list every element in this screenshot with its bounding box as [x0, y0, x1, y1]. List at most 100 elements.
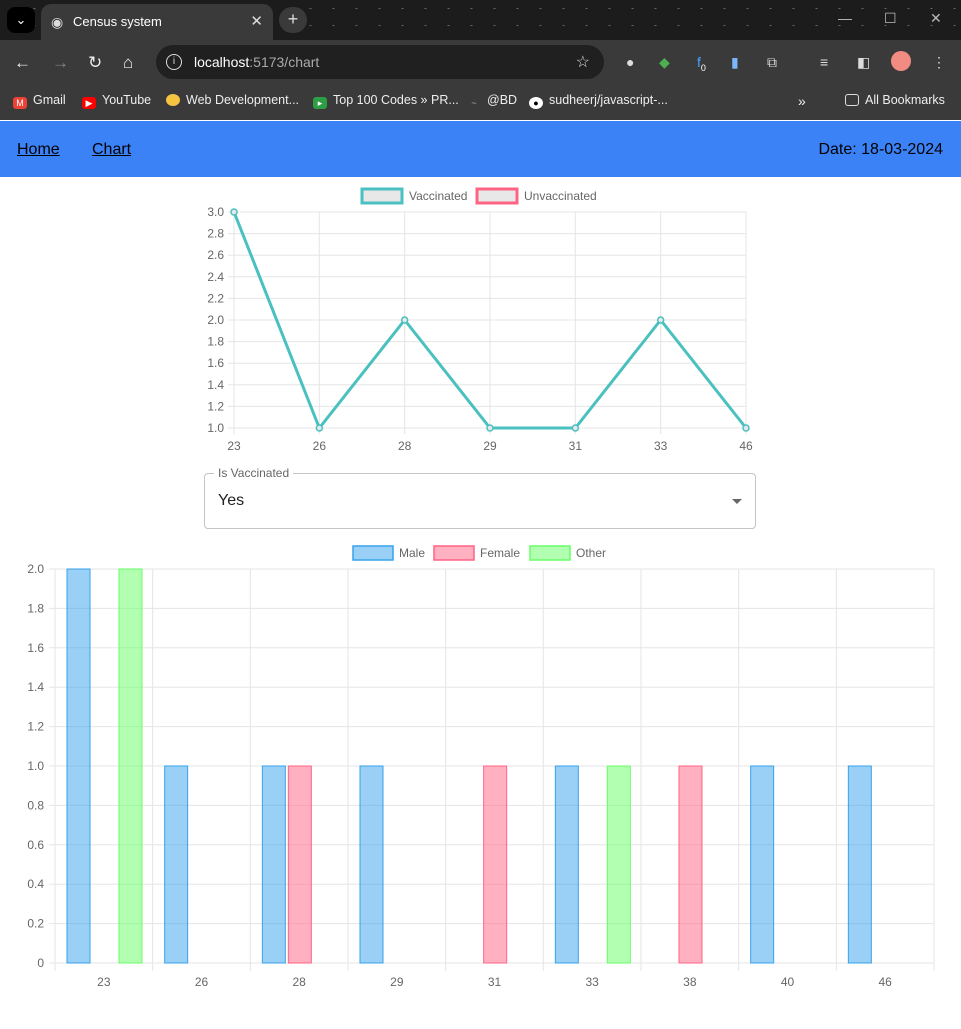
vaccination-line-chart: Vaccinated Unvaccinated 3.0 2.8 2.6 2.4 2.2 2.0…	[207, 187, 753, 453]
browser-tab-strip: ⌄ ◉ Census system ✕ + — ☐ ✕	[0, 0, 961, 40]
x-tick-label: 46	[878, 975, 892, 989]
minimize-icon[interactable]: —	[838, 10, 852, 26]
y-tick-label: 2.0	[27, 562, 44, 576]
back-arrow-icon[interactable]: ←	[14, 53, 31, 73]
y-tick-label: 2.6	[207, 248, 224, 262]
y-tick-label: 0.2	[27, 917, 44, 931]
y-tick-label: 1.0	[27, 759, 44, 773]
bar-male	[554, 765, 579, 964]
x-tick-label: 26	[313, 439, 327, 453]
y-tick-label: 0.6	[27, 838, 44, 852]
x-tick-label: 33	[585, 975, 599, 989]
youtube-icon: ▶	[82, 97, 96, 109]
home-icon[interactable]: ⌂	[123, 53, 133, 73]
y-tick-label: 1.6	[27, 641, 44, 655]
app-header: Home Chart Date: 18-03-2024	[0, 121, 961, 177]
x-tick-label: 40	[781, 975, 795, 989]
bookmark-gmail[interactable]: M Gmail	[13, 93, 66, 109]
data-point	[742, 424, 750, 432]
y-tick-label: 1.4	[207, 378, 224, 392]
is-vaccinated-select[interactable]: Is Vaccinated Yes	[204, 466, 756, 529]
browser-toolbar: ← → ↻ ⌂ i localhost:5173/chart ☆ ● ◆ f0 …	[0, 40, 961, 86]
legend-label: Unvaccinated	[524, 189, 597, 203]
extensions-puzzle-icon[interactable]: ⧉	[767, 54, 777, 71]
nav-chart-link[interactable]: Chart	[92, 141, 131, 159]
data-point	[656, 316, 665, 324]
extension-badge-icon[interactable]: f0	[697, 54, 706, 73]
extension-copy-icon[interactable]: ▮	[731, 54, 739, 71]
x-tick-label: 46	[739, 439, 753, 453]
bar-female	[287, 765, 312, 964]
y-tick-label: 3.0	[207, 205, 224, 219]
data-point	[315, 424, 324, 432]
x-tick-label: 23	[227, 439, 241, 453]
reading-list-icon[interactable]: ≡	[820, 54, 828, 70]
side-panel-icon[interactable]: ◧	[857, 54, 870, 71]
x-tick-label: 31	[488, 975, 502, 989]
data-point	[400, 316, 409, 324]
y-tick-label: 2.8	[207, 227, 224, 241]
header-date: Date: 18-03-2024	[818, 141, 943, 158]
web-dev-icon	[166, 94, 180, 106]
nav-home-link[interactable]: Home	[17, 141, 60, 159]
reload-icon[interactable]: ↻	[88, 53, 102, 73]
bookmark-star-icon[interactable]: ☆	[576, 52, 590, 72]
bookmark-top-100-codes[interactable]: ▸ Top 100 Codes » PR...	[313, 93, 459, 109]
bar-female	[678, 765, 703, 964]
tab-search-chevron-icon[interactable]: ⌄	[7, 7, 35, 33]
bar-other	[118, 568, 143, 964]
bookmarks-bar: M Gmail ▶ YouTube Web Development... ▸ Top …	[0, 86, 961, 120]
legend-label: Male	[399, 546, 425, 560]
bar-male	[164, 765, 189, 964]
y-tick-label: 1.6	[207, 356, 224, 370]
more-bookmarks-chevron-icon[interactable]: »	[798, 93, 806, 109]
bar-male	[359, 765, 384, 964]
tab-title: Census system	[73, 14, 162, 29]
x-tick-label: 26	[195, 975, 209, 989]
bookmark-web-development[interactable]: Web Development...	[166, 93, 299, 107]
y-tick-label: 1.8	[207, 335, 224, 349]
legend-swatch	[433, 545, 475, 561]
bookmark-youtube[interactable]: ▶ YouTube	[82, 93, 151, 109]
browser-tab[interactable]: ◉ Census system ✕	[41, 4, 273, 40]
legend-swatch	[352, 545, 394, 561]
x-tick-label: 28	[292, 975, 306, 989]
close-window-icon[interactable]: ✕	[930, 10, 942, 27]
folder-icon	[845, 94, 859, 106]
y-tick-label: 0	[37, 956, 44, 970]
bar-male	[261, 765, 286, 964]
legend-swatch	[529, 545, 571, 561]
y-tick-label: 1.8	[27, 601, 44, 615]
legend-label: Vaccinated	[409, 189, 467, 203]
site-info-icon[interactable]: i	[166, 54, 182, 70]
select-label: Is Vaccinated	[214, 466, 294, 480]
bar-male	[847, 765, 872, 964]
profile-avatar[interactable]	[891, 51, 911, 71]
maximize-icon[interactable]: ☐	[884, 10, 897, 27]
menu-dots-icon[interactable]: ⋮	[932, 54, 946, 71]
gmail-icon: M	[13, 97, 27, 109]
bookmark-bd[interactable]: ~ @BD	[467, 93, 517, 109]
bookmark-github[interactable]: ● sudheerj/javascript-...	[529, 93, 668, 109]
x-tick-label: 23	[97, 975, 111, 989]
codes-icon: ▸	[313, 97, 327, 109]
x-tick-label: 31	[569, 439, 583, 453]
data-point	[230, 208, 238, 216]
address-bar[interactable]: i localhost:5173/chart ☆	[156, 45, 604, 79]
x-tick-label: 29	[483, 439, 497, 453]
forward-arrow-icon[interactable]: →	[52, 53, 69, 73]
y-tick-label: 1.4	[27, 680, 44, 694]
bar-male	[750, 765, 775, 964]
y-tick-label: 1.2	[207, 399, 224, 413]
bd-icon: ~	[471, 98, 477, 108]
y-tick-label: 1.2	[27, 720, 44, 734]
extension-robot-icon[interactable]: ◆	[659, 54, 670, 71]
new-tab-button[interactable]: +	[279, 7, 307, 33]
close-tab-icon[interactable]: ✕	[250, 12, 263, 30]
y-tick-label: 2.4	[207, 270, 224, 284]
legend-swatch	[360, 187, 404, 205]
data-point	[486, 424, 494, 432]
extension-icon[interactable]: ●	[626, 54, 634, 70]
all-bookmarks-folder[interactable]: All Bookmarks	[845, 93, 945, 107]
dropdown-arrow-icon	[732, 499, 742, 504]
